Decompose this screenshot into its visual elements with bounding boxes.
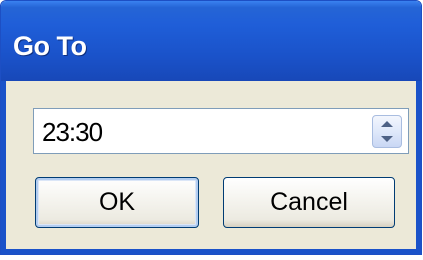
window-frame-right	[416, 81, 421, 254]
spin-down-button[interactable]	[373, 132, 401, 148]
time-input[interactable]: 23:30	[33, 108, 409, 154]
time-spinner[interactable]	[372, 115, 402, 148]
cancel-button-label: Cancel	[270, 188, 348, 216]
spin-up-button[interactable]	[373, 116, 401, 132]
chevron-up-icon	[381, 120, 393, 127]
title-bar[interactable]: Go To	[1, 1, 421, 81]
window-frame-bottom	[1, 249, 421, 254]
dialog-body: 23:30 OK Cancel	[6, 81, 416, 249]
chevron-down-icon	[381, 136, 393, 143]
dialog-title: Go To	[13, 31, 87, 61]
cancel-button[interactable]: Cancel	[223, 177, 395, 228]
time-value[interactable]: 23:30	[42, 117, 103, 148]
ok-button-label: OK	[98, 188, 136, 216]
go-to-dialog: Go To 23:30 OK Cancel	[0, 0, 422, 255]
ok-button[interactable]: OK	[35, 177, 199, 228]
